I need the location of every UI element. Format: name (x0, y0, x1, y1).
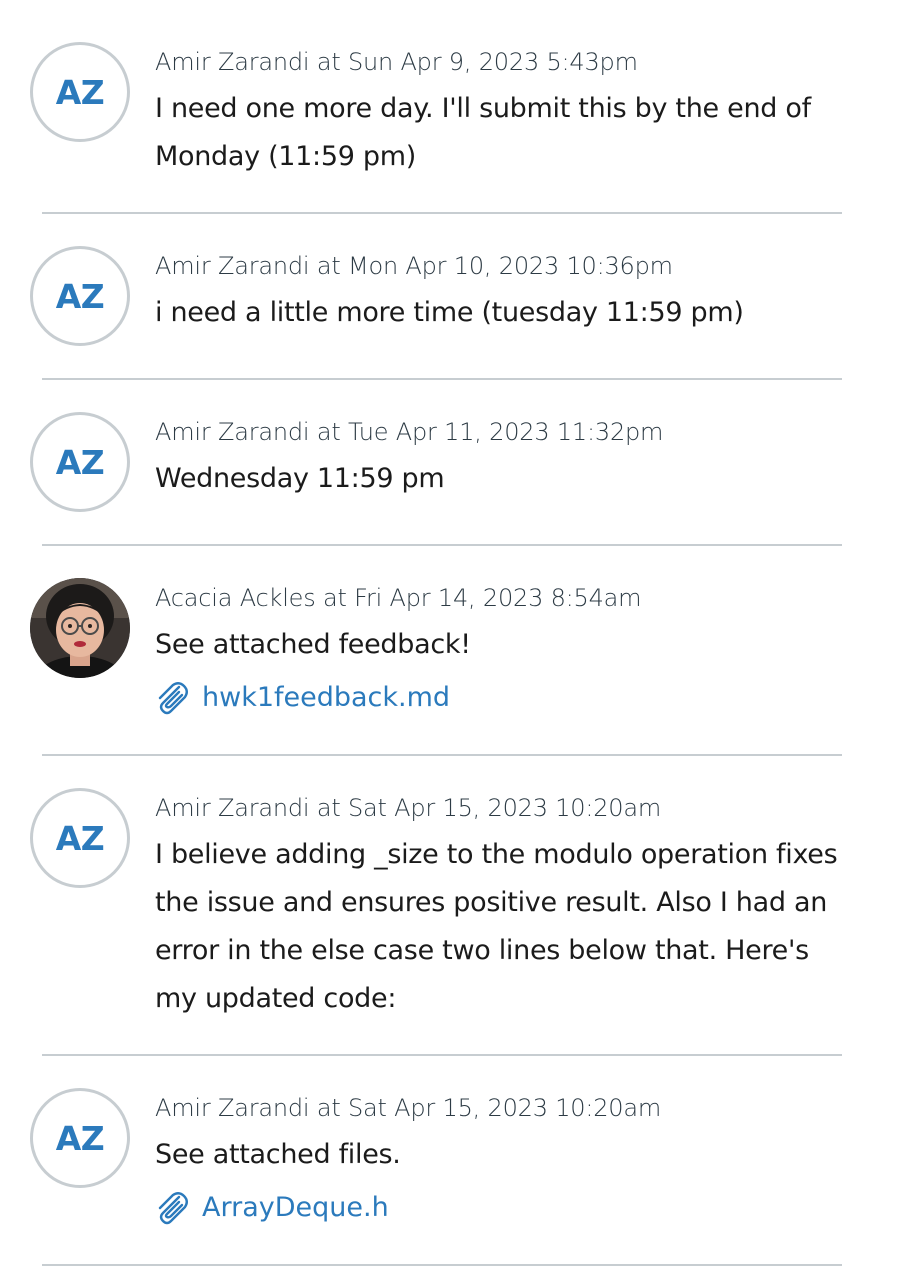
comment-body: I need one more day. I'll submit this by… (155, 85, 880, 181)
comment-meta: Amir Zarandi at Sat Apr 15, 2023 10:20am (155, 794, 662, 822)
comment-meta: Amir Zarandi at Mon Apr 10, 2023 10:36pm (155, 252, 673, 280)
comment-body-line: See attached files. (155, 1139, 401, 1170)
comment-body-line: my updated code: (155, 983, 397, 1014)
divider (42, 754, 842, 756)
comment-body-line: i need a little more time (tuesday 11:59… (155, 297, 744, 328)
divider (42, 378, 842, 380)
profile-photo (30, 578, 130, 678)
paperclip-icon (152, 1188, 190, 1226)
comment-body: Wednesday 11:59 pm (155, 455, 880, 503)
avatar-initials: AZ (55, 276, 105, 316)
attachment-link[interactable]: hwk1feedback.md (152, 678, 450, 716)
comment-meta: Amir Zarandi at Sat Apr 15, 2023 10:20am (155, 1094, 662, 1122)
divider (42, 1264, 842, 1266)
comment-body: See attached feedback! (155, 621, 880, 669)
comment-body-line: See attached feedback! (155, 629, 471, 660)
comment-body: i need a little more time (tuesday 11:59… (155, 289, 880, 337)
comment-body-line: I need one more day. I'll submit this by… (155, 93, 811, 124)
avatar[interactable] (30, 578, 130, 678)
comment-body: See attached files. (155, 1131, 880, 1179)
attachment-link[interactable]: ArrayDeque.h (152, 1188, 389, 1226)
comment-meta: Amir Zarandi at Tue Apr 11, 2023 11:32pm (155, 418, 664, 446)
avatar[interactable]: AZ (30, 788, 130, 888)
attachment-filename: hwk1feedback.md (202, 681, 451, 713)
avatar[interactable]: AZ (30, 412, 130, 512)
avatar-initials: AZ (55, 72, 105, 112)
divider (42, 544, 842, 546)
attachment-filename: ArrayDeque.h (202, 1191, 389, 1223)
comment-meta: Acacia Ackles at Fri Apr 14, 2023 8:54am (155, 584, 642, 612)
comment-body-line: I believe adding _size to the modulo ope… (155, 839, 838, 870)
divider (42, 212, 842, 214)
comment-body-line: error in the else case two lines below t… (155, 935, 809, 966)
avatar[interactable]: AZ (30, 42, 130, 142)
comment-body-line: the issue and ensures positive result. A… (155, 887, 828, 918)
paperclip-icon (152, 678, 190, 716)
avatar[interactable]: AZ (30, 1088, 130, 1188)
avatar-initials: AZ (55, 1118, 105, 1158)
divider (42, 1054, 842, 1056)
comment-body: I believe adding _size to the modulo ope… (155, 831, 880, 1023)
comment-meta: Amir Zarandi at Sun Apr 9, 2023 5:43pm (155, 48, 638, 76)
comment-body-line: Monday (11:59 pm) (155, 141, 416, 172)
comment-body-line: Wednesday 11:59 pm (155, 463, 445, 494)
avatar-initials: AZ (55, 442, 105, 482)
avatar[interactable]: AZ (30, 246, 130, 346)
avatar-initials: AZ (55, 818, 105, 858)
